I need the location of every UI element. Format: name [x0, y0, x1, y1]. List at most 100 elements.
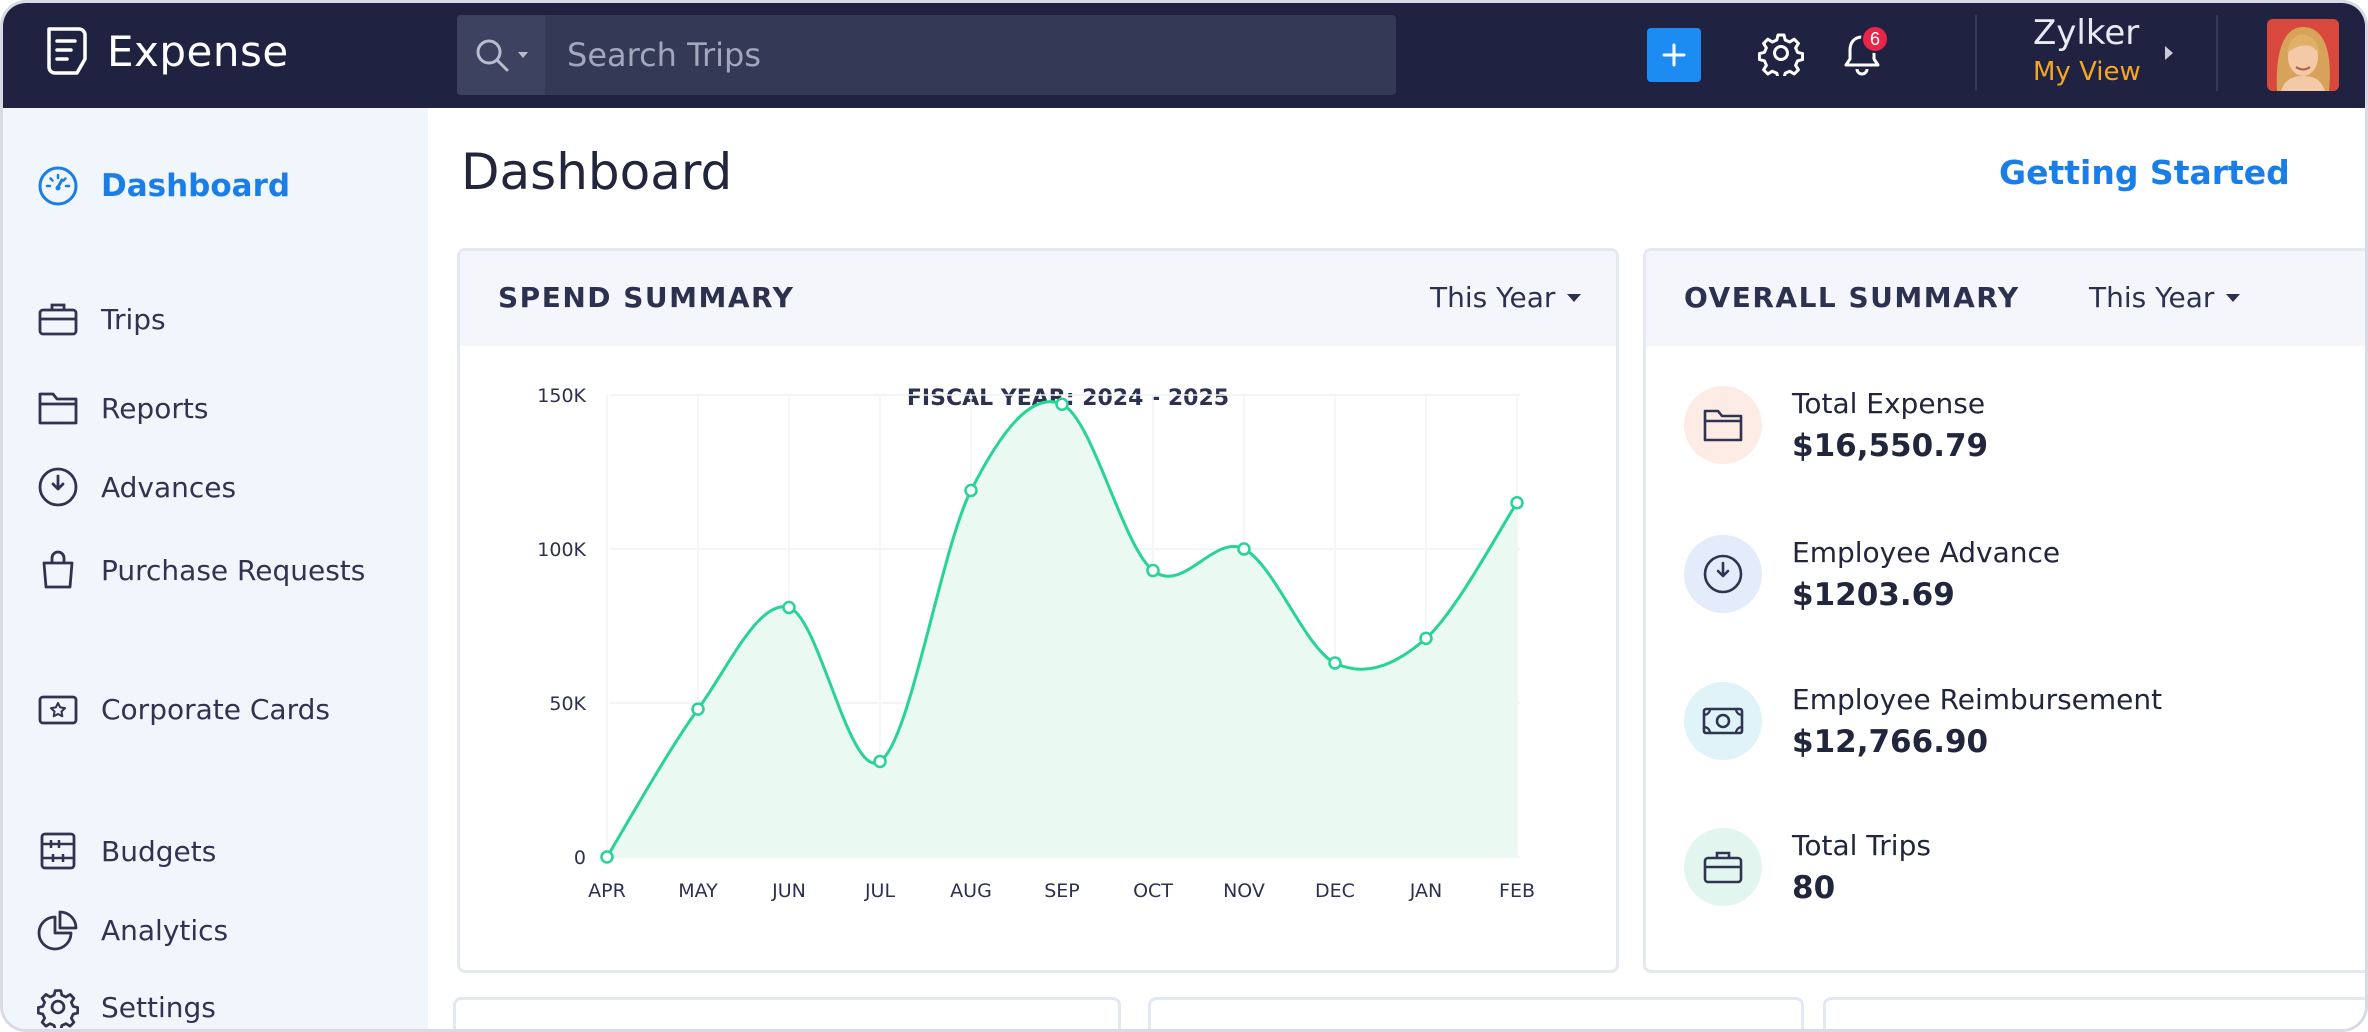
chart-data-point [1328, 656, 1342, 670]
y-tick-label: 150K [537, 385, 586, 407]
chart-data-point [1510, 496, 1524, 510]
expense-logo-icon [47, 27, 87, 75]
search-bar [457, 15, 1396, 95]
sidebar-item-label: Corporate Cards [101, 692, 330, 726]
chart-data-point [1237, 542, 1251, 556]
plus-icon [1662, 43, 1686, 67]
sidebar-item-label: Purchase Requests [101, 553, 366, 587]
x-tick-label: SEP [1044, 880, 1080, 902]
header-divider [1975, 15, 1977, 91]
summary-total-expense[interactable]: Total Expense $16,550.79 [1684, 386, 1988, 464]
x-tick-label: JUN [771, 880, 806, 902]
y-tick-label: 50K [549, 693, 586, 715]
sidebar-item-dashboard[interactable]: Dashboard [37, 165, 290, 207]
chart-data-point [691, 702, 705, 716]
x-tick-label: AUG [950, 880, 992, 902]
search-icon [476, 39, 509, 72]
spend-period-dropdown[interactable]: This Year [1430, 281, 1582, 314]
user-avatar[interactable] [2267, 19, 2339, 91]
briefcase-icon [38, 303, 78, 336]
notification-badge: 6 [1861, 25, 1889, 53]
app-logo[interactable]: Expense [43, 25, 289, 77]
bottom-card [1823, 997, 2365, 1029]
x-tick-label: MAY [678, 880, 718, 902]
overall-period-dropdown[interactable]: This Year [2089, 281, 2241, 314]
summary-label: Employee Reimbursement [1792, 682, 2163, 716]
sidebar-item-label: Settings [101, 990, 216, 1024]
x-tick-label: JAN [1409, 880, 1442, 902]
search-scope-button[interactable] [457, 15, 545, 95]
getting-started-link[interactable]: Getting Started [1999, 153, 2290, 192]
spend-summary-header: SPEND SUMMARY This Year [460, 251, 1616, 346]
advance-clock-icon [38, 467, 78, 507]
org-view-label: My View [2033, 57, 2141, 87]
sidebar-item-advances[interactable]: Advances [37, 466, 236, 508]
overall-summary-card: OVERALL SUMMARY This Year Total Expense … [1643, 248, 2365, 973]
summary-label: Employee Advance [1792, 535, 2061, 569]
folder-icon [38, 392, 78, 425]
search-input[interactable] [545, 15, 1396, 95]
pie-chart-icon [37, 910, 78, 951]
overall-summary-title: OVERALL SUMMARY [1684, 281, 2020, 314]
chart-area-fill [607, 401, 1517, 857]
spend-summary-title: SPEND SUMMARY [498, 281, 795, 314]
caret-right-icon[interactable] [2165, 46, 2173, 60]
summary-icon-circle [1684, 386, 1762, 464]
bottom-card [453, 997, 1121, 1029]
summary-value: 80 [1792, 869, 1836, 906]
sidebar-item-label: Dashboard [101, 168, 291, 204]
avatar-portrait-icon [2267, 19, 2339, 91]
chart-data-point [1419, 631, 1433, 646]
sidebar-item-label: Reports [101, 391, 209, 425]
summary-value: $12,766.90 [1792, 723, 1989, 760]
chevron-down-icon [518, 52, 528, 58]
chart-data-point [600, 850, 614, 864]
org-switcher[interactable]: Zylker My View [2033, 13, 2141, 87]
summary-text: Total Expense $16,550.79 [1792, 387, 1988, 464]
cash-icon [1702, 707, 1744, 735]
overall-period-label: This Year [2089, 281, 2215, 314]
org-name: Zylker [2033, 13, 2140, 53]
gear-icon [37, 989, 79, 1028]
chart-data-point [1055, 397, 1069, 411]
caret-down-icon [1567, 293, 1582, 302]
sidebar-item-label: Trips [101, 302, 166, 336]
budget-abacus-icon [40, 832, 76, 870]
quick-create-button[interactable] [1647, 28, 1701, 82]
overall-summary-header: OVERALL SUMMARY This Year [1646, 251, 2365, 346]
summary-label: Total Trips [1792, 828, 1931, 862]
summary-value: $1203.69 [1792, 576, 1955, 613]
sidebar-item-reports[interactable]: Reports [37, 387, 208, 429]
summary-employee-advance[interactable]: Employee Advance $1203.69 [1684, 535, 2060, 613]
x-tick-label: DEC [1315, 880, 1355, 902]
sidebar-item-label: Analytics [101, 913, 229, 947]
summary-icon-circle [1684, 682, 1762, 760]
sidebar-item-trips[interactable]: Trips [37, 298, 166, 340]
x-tick-label: OCT [1133, 880, 1173, 902]
chart-data-point [873, 754, 887, 769]
summary-employee-reimbursement[interactable]: Employee Reimbursement $12,766.90 [1684, 682, 2162, 760]
sidebar-item-settings[interactable]: Settings [37, 986, 216, 1028]
summary-text: Employee Reimbursement $12,766.90 [1792, 683, 2162, 760]
top-bar: Expense Search Trips 6 Zylker My View [3, 3, 2365, 108]
sidebar-item-corporate-cards[interactable]: Corporate Cards [37, 688, 330, 730]
summary-icon-circle [1684, 535, 1762, 613]
header-divider [2216, 15, 2218, 91]
chart-data-point [782, 600, 796, 615]
advance-clock-icon [1703, 554, 1743, 594]
briefcase-icon [1703, 851, 1743, 884]
dashboard-gauge-icon [38, 166, 78, 206]
summary-value: $16,550.79 [1792, 427, 1989, 464]
card-star-icon [38, 695, 78, 725]
app-name: Expense [107, 26, 289, 76]
sidebar-item-purchase-requests[interactable]: Purchase Requests [37, 549, 365, 591]
summary-total-trips[interactable]: Total Trips 80 [1684, 828, 1931, 906]
spend-summary-card: SPEND SUMMARY This Year FISCAL YEAR: 202… [457, 248, 1619, 973]
bottom-card [1148, 997, 1804, 1029]
settings-gear-icon[interactable] [1758, 30, 1804, 76]
sidebar-item-analytics[interactable]: Analytics [37, 909, 228, 951]
sidebar-item-budgets[interactable]: Budgets [37, 830, 216, 872]
y-tick-label: 0 [574, 847, 586, 869]
x-tick-label: APR [588, 880, 626, 902]
summary-text: Total Trips 80 [1792, 829, 1931, 906]
